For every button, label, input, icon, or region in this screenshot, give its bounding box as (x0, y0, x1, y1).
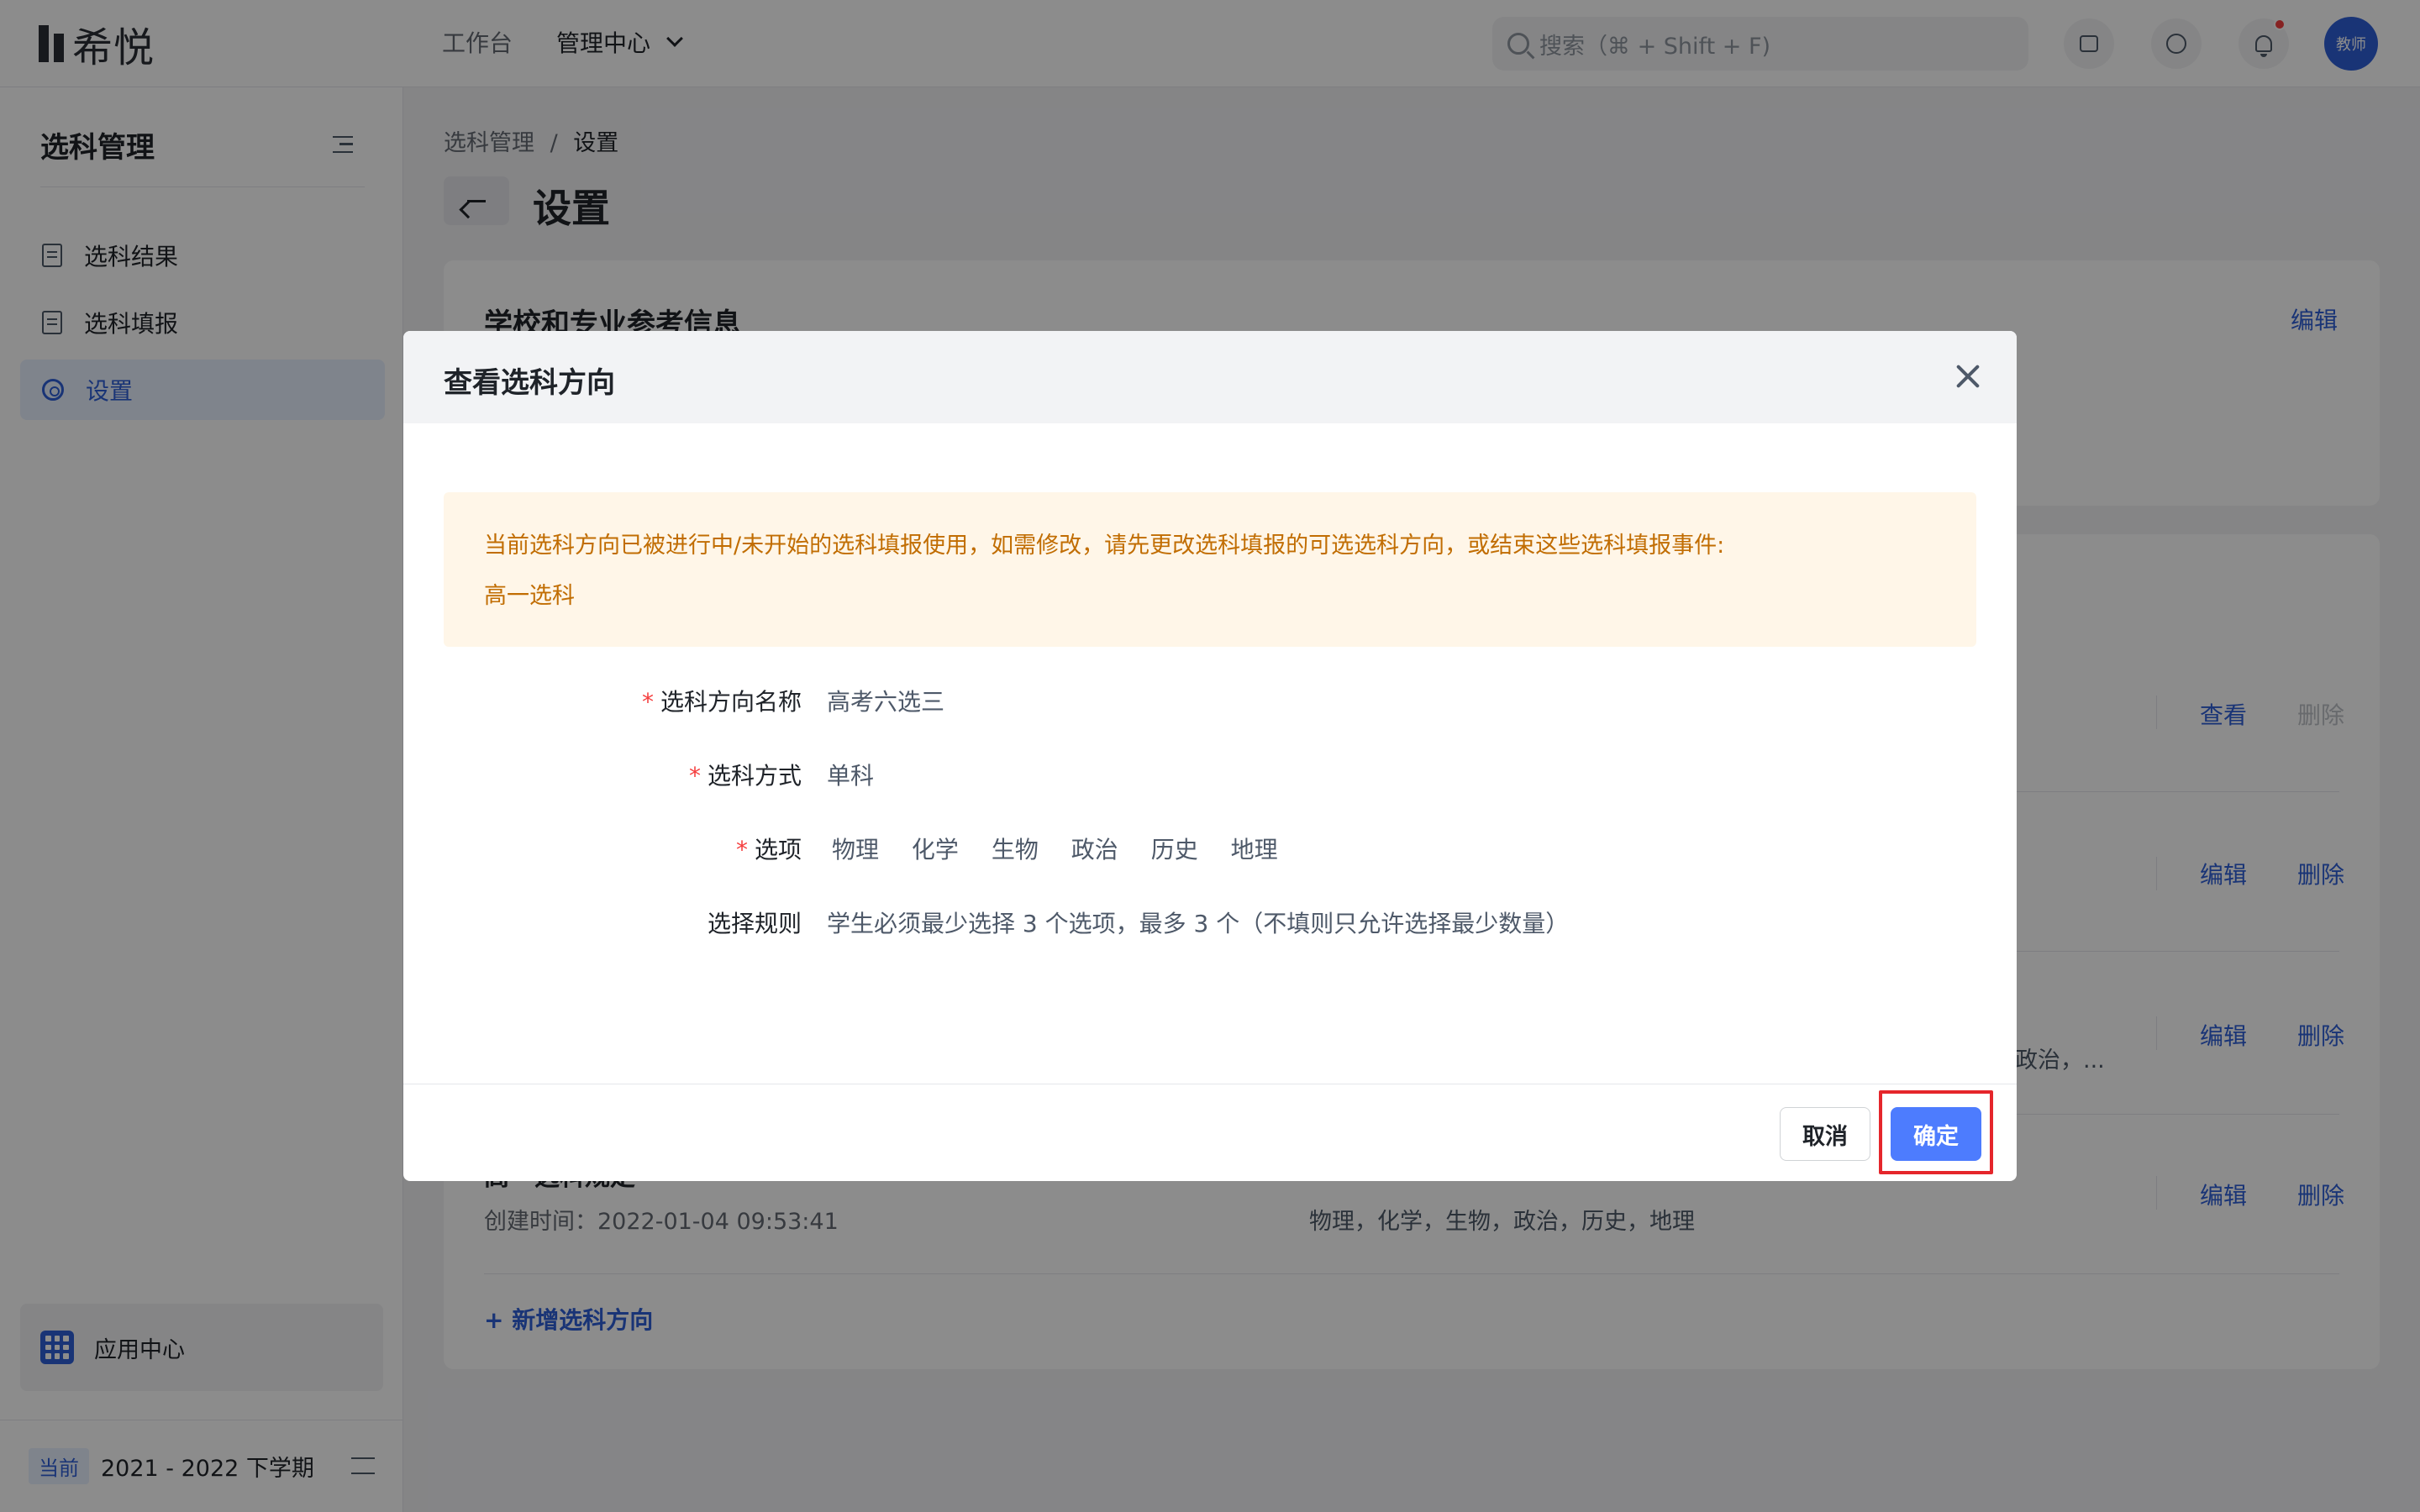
close-icon[interactable] (1953, 361, 1983, 391)
alert-event: 高一选科 (484, 583, 575, 609)
alert-message: 当前选科方向已被进行中/未开始的选科填报使用，如需修改，请先更改选科填报的可选选… (484, 533, 1725, 559)
option-tag: 物理 (832, 836, 880, 864)
option-tag: 生物 (991, 836, 1039, 864)
field-label: * 选科方向名称 (641, 688, 802, 716)
field-value: 学生必须最少选择 3 个选项，最多 3 个（不填则只允许选择最少数量） (827, 910, 1570, 937)
option-list: 物理 化学 生物 政治 历史 地理 (832, 832, 1303, 865)
option-tag: 化学 (911, 836, 959, 864)
field-options: * 选项 物理 化学 生物 政治 历史 地理 (403, 832, 2017, 865)
option-tag: 历史 (1150, 836, 1198, 864)
field-label: * 选科方式 (688, 762, 802, 790)
modal-header: 查看选科方向 (403, 331, 2017, 423)
option-tag: 地理 (1230, 836, 1278, 864)
view-direction-modal: 查看选科方向 当前选科方向已被进行中/未开始的选科填报使用，如需修改，请先更改选… (403, 331, 2017, 1181)
field-value: 单科 (827, 762, 875, 790)
cancel-button[interactable]: 取消 (1780, 1107, 1870, 1161)
field-label: 选择规则 (707, 910, 802, 937)
field-value: 高考六选三 (827, 688, 945, 716)
field-label: * 选项 (735, 836, 802, 864)
field-rule: 选择规则 学生必须最少选择 3 个选项，最多 3 个（不填则只允许选择最少数量） (403, 906, 2017, 939)
field-mode: * 选科方式 单科 (403, 758, 2017, 791)
option-tag: 政治 (1071, 836, 1118, 864)
warning-alert: 当前选科方向已被进行中/未开始的选科填报使用，如需修改，请先更改选科填报的可选选… (444, 492, 1976, 647)
modal-title: 查看选科方向 (444, 366, 615, 400)
confirm-button-highlight (1879, 1090, 1993, 1174)
field-name: * 选科方向名称 高考六选三 (403, 684, 2017, 717)
